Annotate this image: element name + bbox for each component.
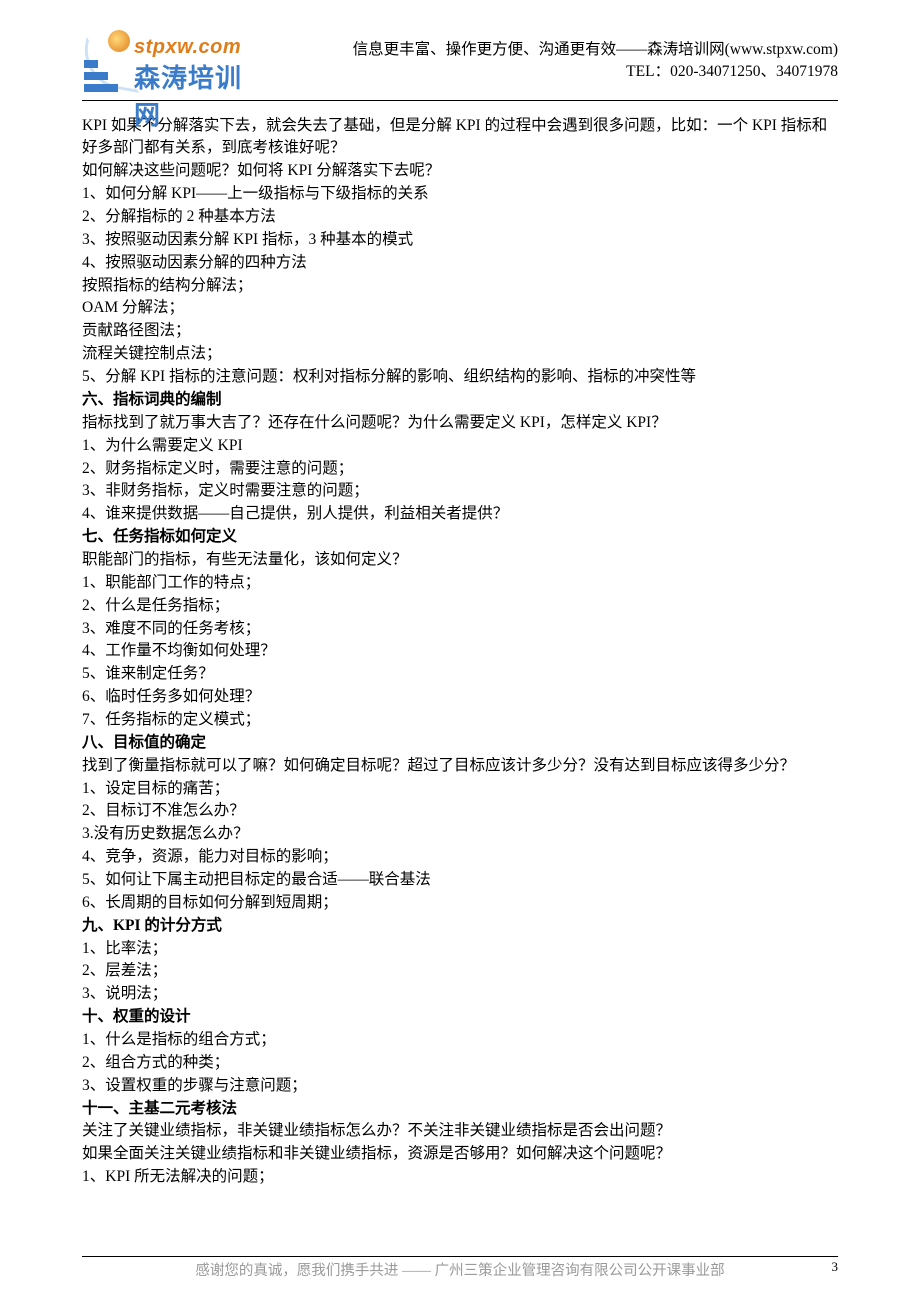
body-text: 1、KPI 所无法解决的问题； <box>82 1166 838 1188</box>
content: KPI 如果不分解落实下去，就会失去了基础，但是分解 KPI 的过程中会遇到很多… <box>82 115 838 1189</box>
body-text: 7、任务指标的定义模式； <box>82 709 838 731</box>
body-text: 5、分解 KPI 指标的注意问题：权利对指标分解的影响、组织结构的影响、指标的冲… <box>82 366 838 388</box>
body-text: 4、谁来提供数据——自己提供，别人提供，利益相关者提供？ <box>82 503 838 525</box>
body-text: 3、按照驱动因素分解 KPI 指标，3 种基本的模式 <box>82 229 838 251</box>
body-text: 3、设置权重的步骤与注意问题； <box>82 1075 838 1097</box>
body-text: 6、临时任务多如何处理？ <box>82 686 838 708</box>
body-text: 2、分解指标的 2 种基本方法 <box>82 206 838 228</box>
section-title-11: 十一、主基二元考核法 <box>82 1098 838 1120</box>
body-text: 3、说明法； <box>82 983 838 1005</box>
body-text: 5、如何让下属主动把目标定的最合适——联合基法 <box>82 869 838 891</box>
body-text: 贡献路径图法； <box>82 320 838 342</box>
footer-text: 感谢您的真诚，愿我们携手共进 —— 广州三策企业管理咨询有限公司公开课事业部 <box>82 1259 838 1280</box>
page-number: 3 <box>832 1259 839 1275</box>
body-text: 3、难度不同的任务考核； <box>82 618 838 640</box>
body-text: 如果全面关注关键业绩指标和非关键业绩指标，资源是否够用？如何解决这个问题呢？ <box>82 1143 838 1165</box>
body-text: 3.没有历史数据怎么办？ <box>82 823 838 845</box>
body-text: 3、非财务指标，定义时需要注意的问题； <box>82 480 838 502</box>
logo: stpxw.com 森涛培训网 <box>82 30 252 92</box>
body-text: 1、设定目标的痛苦； <box>82 778 838 800</box>
body-text: 4、竞争，资源，能力对目标的影响； <box>82 846 838 868</box>
body-text: 2、目标订不准怎么办？ <box>82 800 838 822</box>
logo-text-cn: 森涛培训网 <box>134 58 252 132</box>
body-text: 1、比率法； <box>82 938 838 960</box>
telephone: TEL：020-34071250、34071978 <box>353 61 838 83</box>
body-text: 4、按照驱动因素分解的四种方法 <box>82 252 838 274</box>
body-text: 2、组合方式的种类； <box>82 1052 838 1074</box>
body-text: 2、层差法； <box>82 960 838 982</box>
body-text: 6、长周期的目标如何分解到短周期； <box>82 892 838 914</box>
section-title-10: 十、权重的设计 <box>82 1006 838 1028</box>
body-text: 流程关键控制点法； <box>82 343 838 365</box>
body-text: 2、财务指标定义时，需要注意的问题； <box>82 458 838 480</box>
body-text: 4、工作量不均衡如何处理？ <box>82 640 838 662</box>
body-text: 2、什么是任务指标； <box>82 595 838 617</box>
header-right: 信息更丰富、操作更方便、沟通更有效——森涛培训网(www.stpxw.com) … <box>353 39 838 84</box>
page: stpxw.com 森涛培训网 信息更丰富、操作更方便、沟通更有效——森涛培训网… <box>0 0 920 1302</box>
body-text: 1、职能部门工作的特点； <box>82 572 838 594</box>
section-title-6: 六、指标词典的编制 <box>82 389 838 411</box>
section-title-8: 八、目标值的确定 <box>82 732 838 754</box>
body-text: 1、为什么需要定义 KPI <box>82 435 838 457</box>
page-footer: 感谢您的真诚，愿我们携手共进 —— 广州三策企业管理咨询有限公司公开课事业部 3 <box>82 1256 838 1280</box>
body-text: 5、谁来制定任务？ <box>82 663 838 685</box>
body-text: 关注了关键业绩指标，非关键业绩指标怎么办？不关注非关键业绩指标是否会出问题？ <box>82 1120 838 1142</box>
page-header: stpxw.com 森涛培训网 信息更丰富、操作更方便、沟通更有效——森涛培训网… <box>82 30 838 101</box>
body-text: 按照指标的结构分解法； <box>82 275 838 297</box>
section-title-7: 七、任务指标如何定义 <box>82 526 838 548</box>
sun-icon <box>108 30 130 52</box>
body-text: 指标找到了就万事大吉了？还存在什么问题呢？为什么需要定义 KPI，怎样定义 KP… <box>82 412 838 434</box>
section-title-9: 九、KPI 的计分方式 <box>82 915 838 937</box>
body-text: OAM 分解法； <box>82 297 838 319</box>
tagline: 信息更丰富、操作更方便、沟通更有效——森涛培训网(www.stpxw.com) <box>353 39 838 61</box>
body-text: 如何解决这些问题呢？如何将 KPI 分解落实下去呢？ <box>82 160 838 182</box>
body-text: 1、如何分解 KPI——上一级指标与下级指标的关系 <box>82 183 838 205</box>
body-text: 职能部门的指标，有些无法量化，该如何定义？ <box>82 549 838 571</box>
body-text: 1、什么是指标的组合方式； <box>82 1029 838 1051</box>
body-text: 找到了衡量指标就可以了嘛？如何确定目标呢？超过了目标应该计多少分？没有达到目标应… <box>82 755 838 777</box>
logo-url: stpxw.com <box>134 36 241 59</box>
bars-icon <box>84 60 118 96</box>
